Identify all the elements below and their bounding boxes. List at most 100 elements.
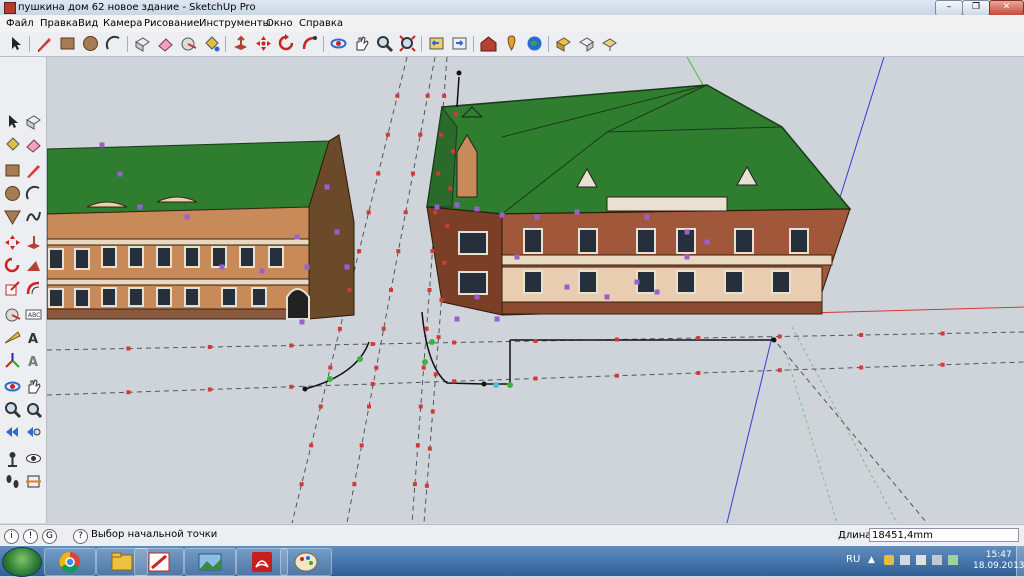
menu-draw[interactable]: Рисование [142, 16, 201, 31]
zoom-extents-icon[interactable] [24, 423, 43, 442]
add-location-icon[interactable] [502, 34, 521, 53]
scale-icon[interactable] [3, 279, 22, 298]
toolbar-separator [127, 36, 128, 52]
chrome-icon[interactable] [44, 548, 96, 576]
minimize-button[interactable]: – [935, 0, 963, 16]
move-icon[interactable] [254, 34, 273, 53]
make-component-icon[interactable] [24, 112, 43, 131]
title-bar: пушкина дом 62 новое здание - SketchUp P… [0, 0, 1024, 16]
status-bar: i ! G ? Выбор начальной точки Длина 1845… [0, 524, 1024, 547]
menu-help[interactable]: Справка [297, 16, 345, 31]
pan-icon[interactable] [352, 34, 371, 53]
sketchup-icon[interactable] [134, 548, 184, 576]
rotate-icon[interactable] [277, 34, 296, 53]
orbit-icon[interactable] [329, 34, 348, 53]
rectangle-icon[interactable] [58, 34, 77, 53]
measurements-input[interactable]: 18451,4mm [869, 528, 1019, 542]
follow-me-icon[interactable] [300, 34, 319, 53]
menu-file[interactable]: Файл [4, 16, 36, 31]
green-axis-dashed [791, 326, 898, 523]
previous-view-icon[interactable] [3, 423, 22, 442]
zoom-extents-icon[interactable] [398, 34, 417, 53]
zoom-icon[interactable] [375, 34, 394, 53]
svg-text:A: A [28, 355, 38, 370]
get-models-icon[interactable] [554, 34, 573, 53]
tray-volume-icon[interactable] [932, 555, 942, 565]
tray-arrow-icon[interactable]: ▲ [868, 555, 878, 565]
keyboard-language[interactable]: RU [846, 554, 860, 565]
left-toolbar: ABC A A [0, 57, 47, 523]
orbit-icon[interactable] [3, 377, 22, 396]
arc-icon[interactable] [104, 34, 123, 53]
zoom-window-icon[interactable] [24, 400, 43, 419]
eraser-icon[interactable] [24, 135, 43, 154]
arc-icon[interactable] [24, 184, 43, 203]
svg-text:A: A [28, 332, 38, 347]
pan-icon[interactable] [24, 377, 43, 396]
share-component-icon[interactable] [600, 34, 619, 53]
tray-power-icon[interactable] [948, 555, 958, 565]
close-button[interactable]: ✕ [989, 0, 1024, 16]
start-button[interactable] [2, 547, 42, 577]
warehouse-icon[interactable] [479, 34, 498, 53]
offset-icon[interactable] [24, 279, 43, 298]
left-building-door [286, 288, 310, 320]
rectangle-icon[interactable] [3, 161, 22, 180]
zoom-icon[interactable] [3, 400, 22, 419]
menu-camera[interactable]: Камера [101, 16, 144, 31]
previous-view-icon[interactable] [427, 34, 446, 53]
next-view-icon[interactable] [450, 34, 469, 53]
push-pull-icon[interactable] [231, 34, 250, 53]
image-viewer-icon[interactable] [184, 548, 236, 576]
menu-bar: Файл Правка Вид Камера Рисование Инструм… [0, 15, 1024, 33]
polygon-icon[interactable] [3, 207, 22, 226]
show-desktop-button[interactable] [1016, 546, 1024, 576]
info-icon[interactable]: i [4, 529, 19, 544]
tray-app-icon[interactable] [884, 555, 894, 565]
text-icon[interactable]: A [24, 328, 43, 347]
position-camera-icon[interactable] [3, 449, 22, 468]
axes-icon[interactable] [3, 351, 22, 370]
line-icon[interactable] [24, 161, 43, 180]
protractor-icon[interactable] [3, 328, 22, 347]
paint-bucket-icon[interactable] [3, 135, 22, 154]
tray-network-icon[interactable] [900, 555, 910, 565]
circle-icon[interactable] [3, 184, 22, 203]
maximize-button[interactable]: ❐ [962, 0, 990, 16]
help-icon[interactable]: ? [73, 529, 88, 544]
menu-view[interactable]: Вид [76, 16, 100, 31]
dimension-icon[interactable]: ABC [24, 305, 43, 324]
push-pull-icon[interactable] [24, 233, 43, 252]
toolbar-separator [473, 36, 474, 52]
menu-tools[interactable]: Инструменты [197, 16, 273, 31]
walk-icon[interactable] [3, 472, 22, 491]
tray-flag-icon[interactable] [916, 555, 926, 565]
cyan-endpoint [493, 382, 499, 388]
main-toolbar [0, 32, 1024, 57]
paint-bucket-icon[interactable] [202, 34, 221, 53]
menu-window[interactable]: Окно [264, 16, 295, 31]
move-icon[interactable] [3, 233, 22, 252]
rotate-icon[interactable] [3, 256, 22, 275]
follow-me-icon[interactable] [24, 256, 43, 275]
eraser-icon[interactable] [156, 34, 175, 53]
select-icon[interactable] [6, 34, 25, 53]
make-component-icon[interactable] [133, 34, 152, 53]
look-around-icon[interactable] [24, 449, 43, 468]
menu-edit[interactable]: Правка [38, 16, 80, 31]
3d-text-icon[interactable]: A [24, 351, 43, 370]
tape-measure-icon[interactable] [179, 34, 198, 53]
distance-label: Длина [838, 530, 872, 541]
share-model-icon[interactable] [577, 34, 596, 53]
pencil-icon[interactable] [35, 34, 54, 53]
freehand-icon[interactable] [24, 207, 43, 226]
google-earth-icon[interactable] [525, 34, 544, 53]
section-plane-icon[interactable] [24, 472, 43, 491]
select-icon[interactable] [3, 112, 22, 131]
paint-icon[interactable] [280, 548, 332, 576]
tape-measure-icon[interactable] [3, 305, 22, 324]
modeling-viewport[interactable] [47, 57, 1024, 523]
user-icon[interactable]: G [42, 529, 57, 544]
credit-icon[interactable]: ! [23, 529, 38, 544]
circle-icon[interactable] [81, 34, 100, 53]
